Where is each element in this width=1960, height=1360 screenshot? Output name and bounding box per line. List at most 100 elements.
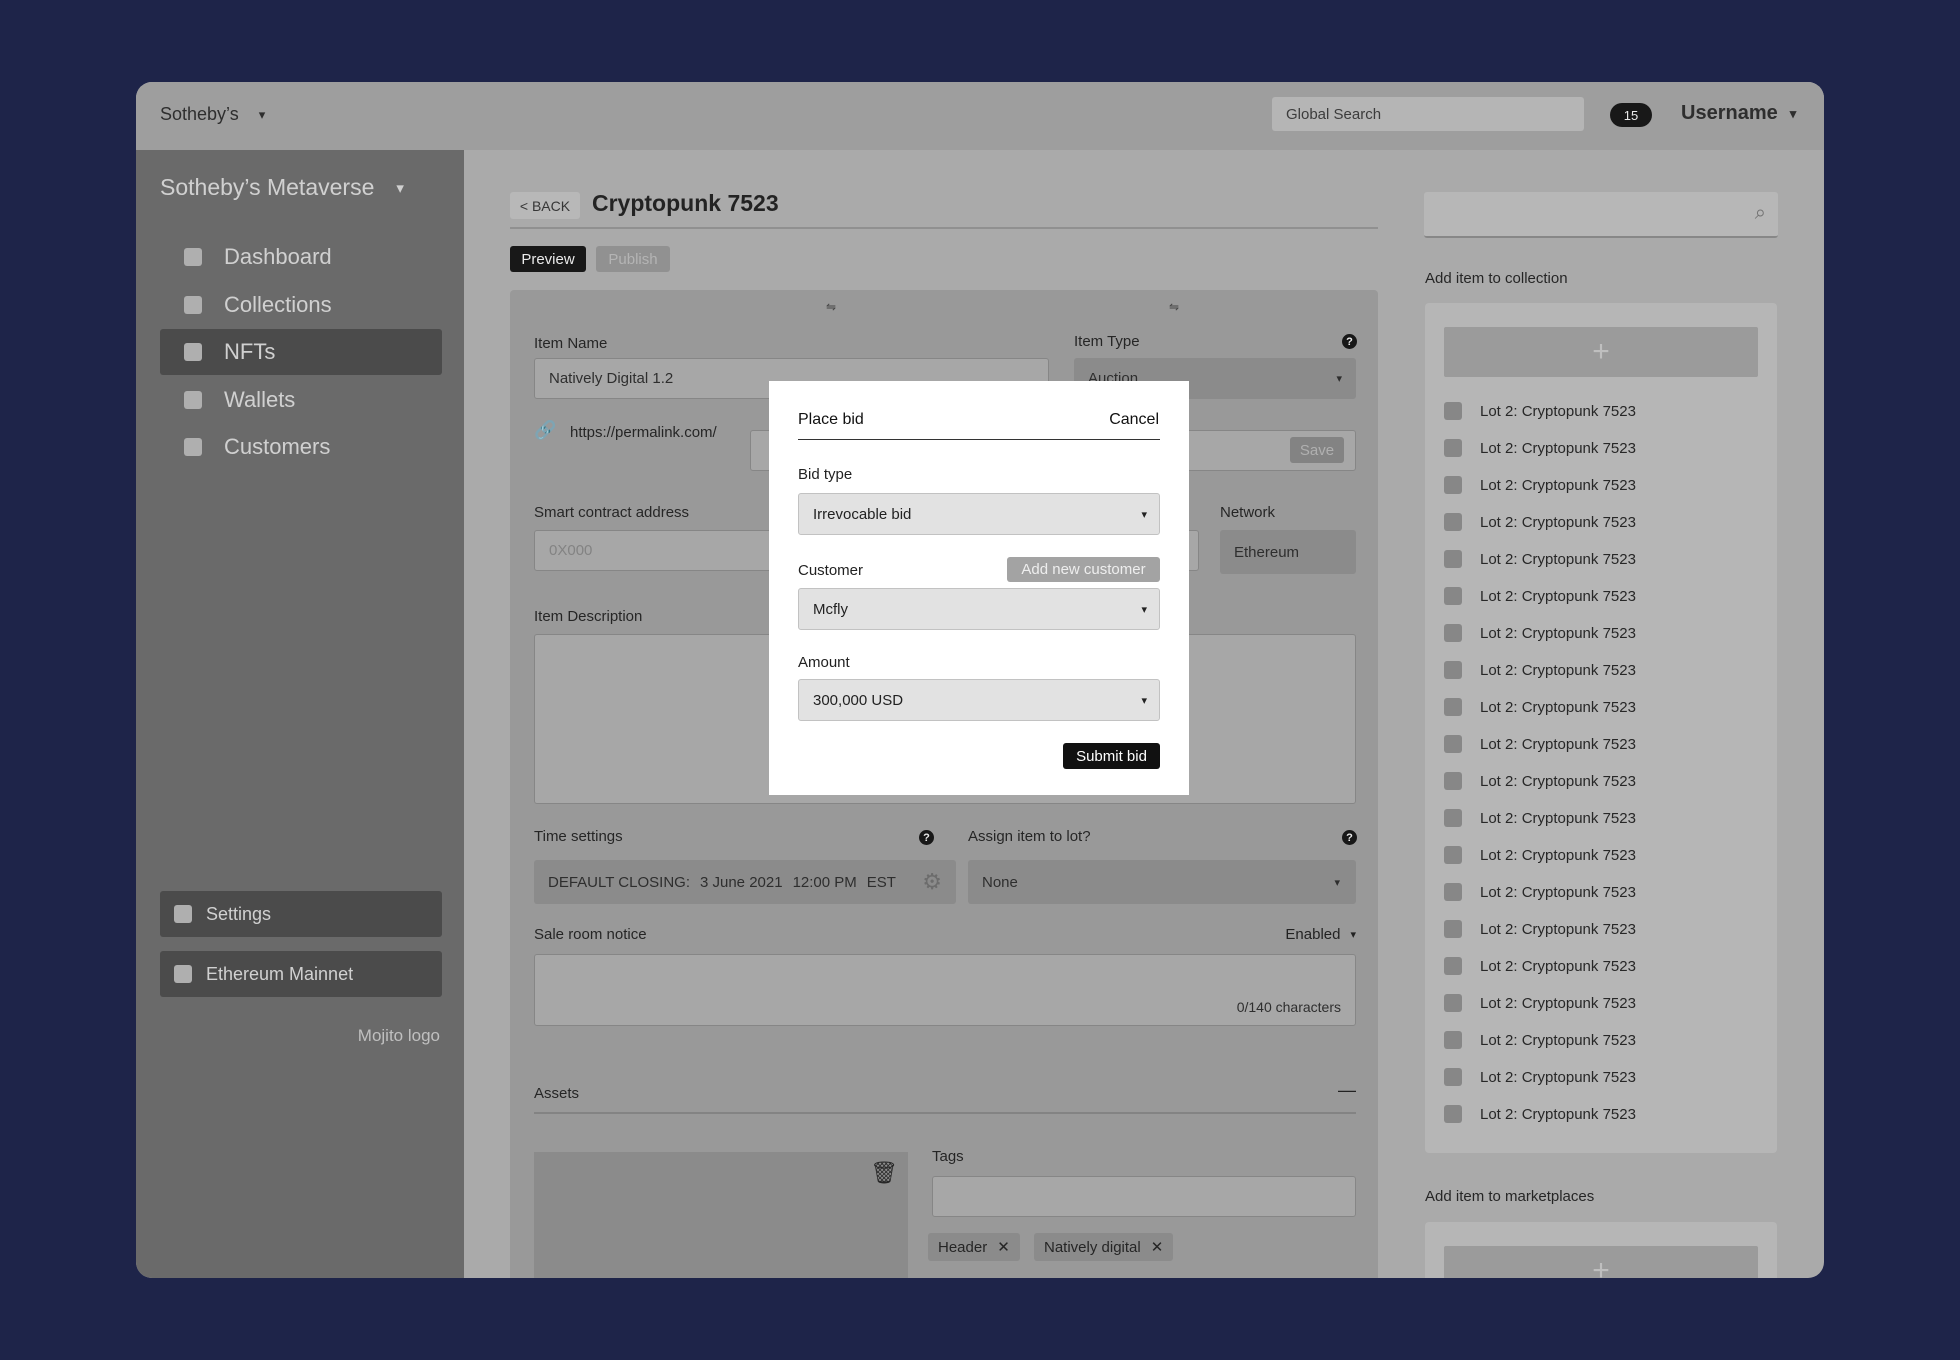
lot-item[interactable]: Lot 2: Cryptopunk 7523 bbox=[1444, 957, 1636, 975]
username: Username bbox=[1681, 102, 1778, 124]
chevron-down-icon: ▾ bbox=[1789, 105, 1797, 121]
assign-lot-select[interactable]: None ▾ bbox=[968, 860, 1356, 904]
item-name-label: Item Name bbox=[534, 335, 608, 352]
lot-item[interactable]: Lot 2: Cryptopunk 7523 bbox=[1444, 1068, 1636, 1086]
network-icon bbox=[174, 965, 192, 983]
lot-item[interactable]: Lot 2: Cryptopunk 7523 bbox=[1444, 809, 1636, 827]
checkbox-icon[interactable] bbox=[1444, 661, 1462, 679]
lot-item[interactable]: Lot 2: Cryptopunk 7523 bbox=[1444, 402, 1636, 420]
amount-select[interactable]: 300,000 USD ▾ bbox=[798, 679, 1160, 721]
checkbox-icon[interactable] bbox=[1444, 698, 1462, 716]
time-settings-field[interactable]: DEFAULT CLOSING: 3 June 2021 12:00 PM ES… bbox=[534, 860, 956, 904]
lot-item[interactable]: Lot 2: Cryptopunk 7523 bbox=[1444, 698, 1636, 716]
checkbox-icon[interactable] bbox=[1444, 1031, 1462, 1049]
checkbox-icon[interactable] bbox=[1444, 439, 1462, 457]
lot-item[interactable]: Lot 2: Cryptopunk 7523 bbox=[1444, 883, 1636, 901]
amount-value: 300,000 USD bbox=[813, 691, 904, 709]
checkbox-icon[interactable] bbox=[1444, 735, 1462, 753]
sale-notice-toggle[interactable]: Enabled ▾ bbox=[1285, 926, 1356, 944]
collapse-icon[interactable]: — bbox=[1338, 1080, 1356, 1101]
checkbox-icon[interactable] bbox=[1444, 883, 1462, 901]
collection-search-input[interactable]: ⌕ bbox=[1424, 192, 1778, 238]
lot-label: Lot 2: Cryptopunk 7523 bbox=[1480, 439, 1636, 457]
character-counter: 0/140 characters bbox=[1236, 999, 1341, 1015]
checkbox-icon[interactable] bbox=[1444, 957, 1462, 975]
sidebar-item-label: Customers bbox=[224, 434, 331, 459]
publish-button[interactable]: Publish bbox=[596, 246, 670, 272]
close-icon[interactable]: ✕ bbox=[1151, 1238, 1164, 1256]
assign-lot-value: None bbox=[982, 873, 1018, 891]
sale-notice-label: Sale room notice bbox=[534, 926, 647, 943]
lot-item[interactable]: Lot 2: Cryptopunk 7523 bbox=[1444, 661, 1636, 679]
sale-notice-textarea[interactable]: 0/140 characters bbox=[534, 954, 1356, 1026]
network-button[interactable]: Ethereum Mainnet bbox=[160, 951, 442, 997]
checkbox-icon[interactable] bbox=[1444, 994, 1462, 1012]
link-icon: 🔗 bbox=[534, 420, 557, 440]
preview-button[interactable]: Preview bbox=[510, 246, 586, 272]
help-icon[interactable]: ? bbox=[919, 830, 934, 845]
network-label: Ethereum Mainnet bbox=[206, 963, 354, 984]
user-menu[interactable]: Username ▾ bbox=[1681, 102, 1796, 125]
back-button[interactable]: < BACK bbox=[510, 192, 580, 219]
checkbox-icon[interactable] bbox=[1444, 476, 1462, 494]
tag-chip: Natively digital ✕ bbox=[1034, 1233, 1174, 1261]
lot-item[interactable]: Lot 2: Cryptopunk 7523 bbox=[1444, 994, 1636, 1012]
submit-bid-button[interactable]: Submit bid bbox=[1063, 743, 1160, 769]
lot-item[interactable]: Lot 2: Cryptopunk 7523 bbox=[1444, 735, 1636, 753]
lot-item[interactable]: Lot 2: Cryptopunk 7523 bbox=[1444, 1105, 1636, 1123]
lot-item[interactable]: Lot 2: Cryptopunk 7523 bbox=[1444, 513, 1636, 531]
chevron-down-icon: ▾ bbox=[1141, 603, 1147, 616]
tags-input[interactable] bbox=[932, 1176, 1356, 1217]
network-select[interactable]: Ethereum bbox=[1220, 530, 1356, 574]
sidebar: Sotheby’s Metaverse ▾ Dashboard Collecti… bbox=[136, 150, 464, 1278]
close-icon[interactable]: ✕ bbox=[997, 1238, 1010, 1256]
checkbox-icon[interactable] bbox=[1444, 402, 1462, 420]
help-icon[interactable]: ? bbox=[1342, 830, 1357, 845]
site-switcher[interactable]: Sotheby’s Metaverse ▾ bbox=[160, 174, 404, 201]
sidebar-item-wallets[interactable]: Wallets bbox=[160, 377, 442, 423]
lot-item[interactable]: Lot 2: Cryptopunk 7523 bbox=[1444, 476, 1636, 494]
chevron-down-icon: ▾ bbox=[396, 179, 404, 197]
lot-item[interactable]: Lot 2: Cryptopunk 7523 bbox=[1444, 439, 1636, 457]
sidebar-item-customers[interactable]: Customers bbox=[160, 424, 442, 470]
checkbox-icon[interactable] bbox=[1444, 772, 1462, 790]
help-icon[interactable]: ? bbox=[1342, 334, 1357, 349]
save-button[interactable]: Save bbox=[1290, 437, 1344, 463]
checkbox-icon[interactable] bbox=[1444, 513, 1462, 531]
drag-handle-icon[interactable]: ⇋ bbox=[826, 300, 836, 314]
lot-item[interactable]: Lot 2: Cryptopunk 7523 bbox=[1444, 587, 1636, 605]
sidebar-item-dashboard[interactable]: Dashboard bbox=[160, 234, 442, 280]
drag-handle-icon[interactable]: ⇋ bbox=[1169, 300, 1179, 314]
settings-button[interactable]: Settings bbox=[160, 891, 442, 937]
lot-item[interactable]: Lot 2: Cryptopunk 7523 bbox=[1444, 1031, 1636, 1049]
sale-notice-state: Enabled bbox=[1285, 926, 1341, 943]
lot-item[interactable]: Lot 2: Cryptopunk 7523 bbox=[1444, 846, 1636, 864]
org-switcher[interactable]: Sotheby’s ▾ bbox=[160, 104, 265, 125]
nfts-icon bbox=[184, 343, 202, 361]
sidebar-item-collections[interactable]: Collections bbox=[160, 282, 442, 328]
customer-select[interactable]: Mcfly ▾ bbox=[798, 588, 1160, 630]
global-search-input[interactable] bbox=[1272, 97, 1584, 131]
checkbox-icon[interactable] bbox=[1444, 809, 1462, 827]
customer-label: Customer bbox=[798, 562, 864, 579]
checkbox-icon[interactable] bbox=[1444, 920, 1462, 938]
checkbox-icon[interactable] bbox=[1444, 846, 1462, 864]
checkbox-icon[interactable] bbox=[1444, 624, 1462, 642]
sidebar-item-label: Dashboard bbox=[224, 244, 332, 269]
notification-badge[interactable]: 15 bbox=[1610, 103, 1652, 127]
checkbox-icon[interactable] bbox=[1444, 550, 1462, 568]
bid-type-select[interactable]: Irrevocable bid ▾ bbox=[798, 493, 1160, 535]
checkbox-icon[interactable] bbox=[1444, 1105, 1462, 1123]
lot-item[interactable]: Lot 2: Cryptopunk 7523 bbox=[1444, 920, 1636, 938]
lot-item[interactable]: Lot 2: Cryptopunk 7523 bbox=[1444, 772, 1636, 790]
trash-icon[interactable]: 🗑 bbox=[870, 1160, 898, 1186]
lot-item[interactable]: Lot 2: Cryptopunk 7523 bbox=[1444, 550, 1636, 568]
sidebar-item-nfts[interactable]: NFTs bbox=[160, 329, 442, 375]
cancel-button[interactable]: Cancel bbox=[1109, 411, 1159, 429]
checkbox-icon[interactable] bbox=[1444, 587, 1462, 605]
add-new-customer-button[interactable]: Add new customer bbox=[1007, 557, 1160, 582]
lot-item[interactable]: Lot 2: Cryptopunk 7523 bbox=[1444, 624, 1636, 642]
checkbox-icon[interactable] bbox=[1444, 1068, 1462, 1086]
chevron-down-icon: ▾ bbox=[1336, 373, 1342, 385]
gear-icon[interactable]: ⚙ bbox=[922, 869, 942, 895]
